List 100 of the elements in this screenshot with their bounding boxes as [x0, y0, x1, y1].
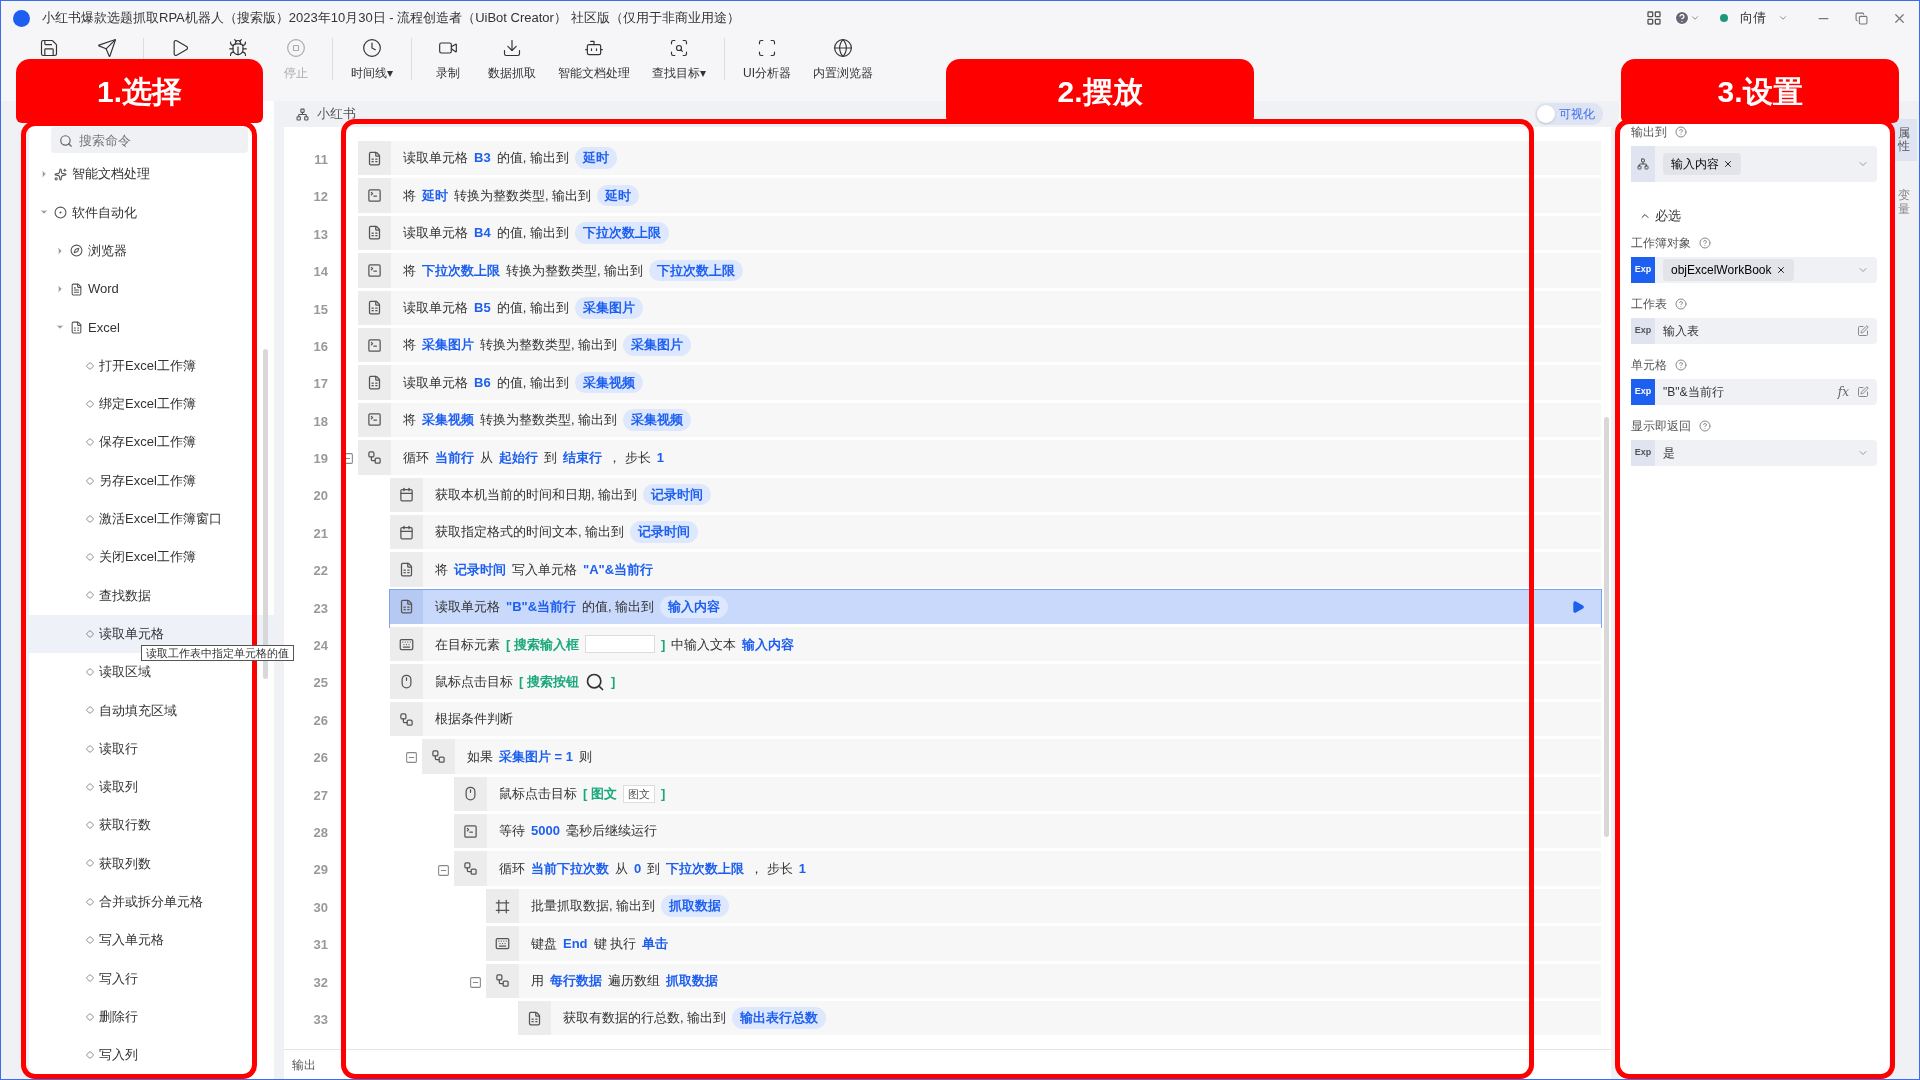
line-number: 19: [312, 450, 329, 469]
variable-name: 延时: [422, 186, 448, 205]
line-number: 28: [312, 823, 329, 842]
step-text: 从: [615, 859, 628, 878]
step-text: 将: [403, 186, 416, 205]
line-number: 16: [312, 337, 329, 356]
step-text: 键盘: [531, 934, 557, 953]
step-text: 鼠标点击目标: [435, 672, 513, 691]
variable-tag: 采集视频: [623, 409, 692, 431]
variable-tag: 输入内容: [660, 596, 729, 618]
line-number: 17: [312, 375, 329, 394]
target-name: ]: [660, 785, 666, 804]
step-text: 根据条件判断: [435, 710, 513, 729]
line-number: 25: [312, 674, 329, 693]
step-text: 的值, 输出到: [496, 373, 569, 392]
line-number: 23: [312, 599, 329, 618]
target-name: ]: [610, 672, 616, 691]
variable-name: 当前行: [435, 448, 474, 467]
line-number: 32: [312, 973, 329, 992]
line-number: 26: [312, 711, 329, 730]
line-number: 18: [312, 412, 329, 431]
line-number: 11: [313, 150, 329, 169]
step-text: 获取指定格式的时间文本, 输出到: [435, 523, 625, 542]
step-text: 将: [403, 261, 416, 280]
step-text: 转换为整数类型, 输出到: [480, 411, 618, 430]
step-text: 的值, 输出到: [582, 598, 655, 617]
variable-tag: 抓取数据: [661, 895, 730, 917]
step-text: 用: [531, 972, 544, 991]
variable-name: B4: [474, 224, 491, 243]
step-text: 等待: [499, 822, 525, 841]
target-name: [ 图文: [583, 785, 617, 804]
step-text: ， 步长: [608, 448, 651, 467]
line-number: 13: [312, 225, 329, 244]
line-number: 33: [312, 1010, 329, 1029]
variable-name: 起始行: [499, 448, 538, 467]
field-label: 工作表: [1631, 295, 1667, 313]
field-label: 显示即返回: [1631, 417, 1691, 435]
field-label: 工作簿对象: [1631, 234, 1691, 252]
variable-name: 采集图片: [422, 336, 474, 355]
step-text: 将: [403, 336, 416, 355]
variable-tag: 记录时间: [630, 521, 699, 543]
step-text: 遍历数组: [608, 972, 660, 991]
step-text: 中输入文本: [671, 635, 737, 654]
step-text: 读取单元格: [435, 598, 500, 617]
step-text: 写入单元格: [512, 560, 577, 579]
line-number: 22: [312, 562, 329, 581]
field-label: 单元格: [1631, 356, 1667, 374]
step-text: 毫秒后继续运行: [565, 822, 657, 841]
variable-name: 下拉次数上限: [666, 859, 745, 878]
step-text: 则: [579, 747, 593, 766]
variable-name: 1: [798, 859, 807, 878]
variable-name: 采集图片 = 1: [499, 747, 574, 766]
variable-name: "A"&当前行: [583, 560, 654, 579]
variable-name: B6: [474, 373, 491, 392]
variable-tag: 采集图片: [574, 297, 643, 319]
step-text: 读取单元格: [403, 224, 468, 243]
line-number: 12: [312, 188, 329, 207]
variable-name: 0: [634, 859, 642, 878]
variable-name: 输入内容: [742, 635, 795, 654]
variable-tag: 采集图片: [623, 334, 692, 356]
step-text: 转换为整数类型, 输出到: [480, 336, 618, 355]
step-text: 的值, 输出到: [496, 224, 569, 243]
variable-name: 每行数据: [550, 972, 602, 991]
step-text: 转换为整数类型, 输出到: [506, 261, 644, 280]
variable-name: 当前下拉次数: [531, 859, 609, 878]
line-number: 14: [312, 263, 329, 282]
line-number: 24: [312, 637, 329, 655]
variable-name: 5000: [531, 822, 560, 841]
variable-name: B3: [474, 149, 491, 168]
variable-tag: 记录时间: [643, 483, 712, 506]
window-title: 小红书爆款选题抓取RPA机器人（搜索版）2023年10月30日 - 流程创造者（UiBot Creator） 社区版（仅用于非商业用途）: [42, 9, 740, 28]
tooltip: 读取工作表中指定单元格的值: [141, 645, 294, 661]
variable-name: "B"&当前行: [506, 598, 577, 617]
variable-name: 1: [656, 448, 664, 467]
step-text: 从: [480, 448, 493, 467]
line-number: 21: [312, 524, 329, 543]
variable-name: 记录时间: [454, 560, 506, 579]
step-text: 到: [544, 448, 557, 467]
field-label: 输出到: [1631, 124, 1667, 141]
variable-tag: 下拉次数上限: [574, 222, 669, 244]
annotation-label: 3.设置: [1621, 59, 1899, 123]
variable-name: 下拉次数上限: [422, 261, 500, 280]
variable-tag: 采集视频: [574, 371, 643, 394]
step-text: 在目标元素: [435, 635, 500, 654]
target-name: [ 搜索按钮: [519, 672, 579, 691]
variable-name: End: [563, 934, 588, 953]
step-text: 将: [403, 411, 416, 430]
variable-tag: 延时: [574, 147, 617, 169]
step-text: 的值, 输出到: [496, 149, 569, 168]
step-text: 的值, 输出到: [496, 299, 569, 317]
step-text: 读取单元格: [403, 373, 468, 392]
step-text: 批量抓取数据, 输出到: [531, 897, 656, 916]
step-text: 将: [435, 560, 448, 579]
variable-name: 结束行: [563, 448, 602, 467]
line-number: 30: [312, 898, 329, 917]
line-number: 15: [312, 300, 329, 319]
step-text: 到: [647, 859, 661, 878]
target-name: [ 搜索输入框: [506, 635, 579, 654]
target-name: ]: [660, 635, 666, 654]
variable-tag: 延时: [597, 184, 640, 207]
